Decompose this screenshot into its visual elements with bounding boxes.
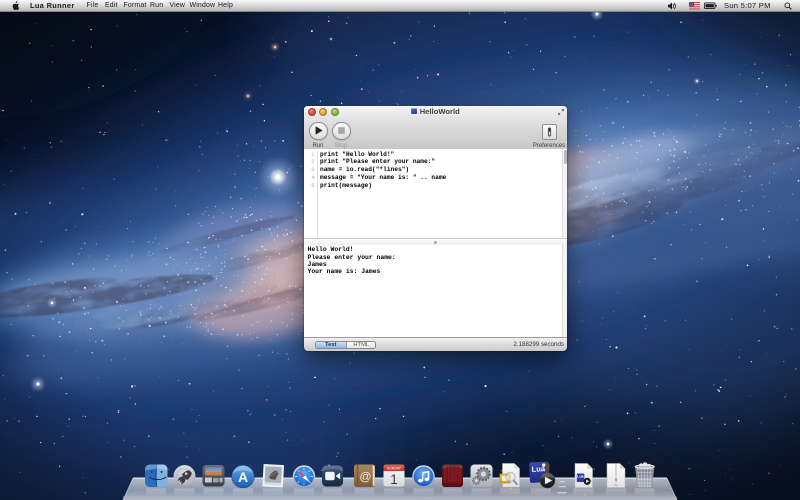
svg-text:Lua: Lua — [577, 475, 584, 479]
svg-text:@: @ — [359, 469, 371, 483]
svg-text:zip: zip — [614, 483, 618, 487]
svg-text:1: 1 — [390, 472, 398, 487]
svg-text:SUNDAY: SUNDAY — [387, 467, 402, 471]
svg-text:A: A — [238, 469, 248, 485]
